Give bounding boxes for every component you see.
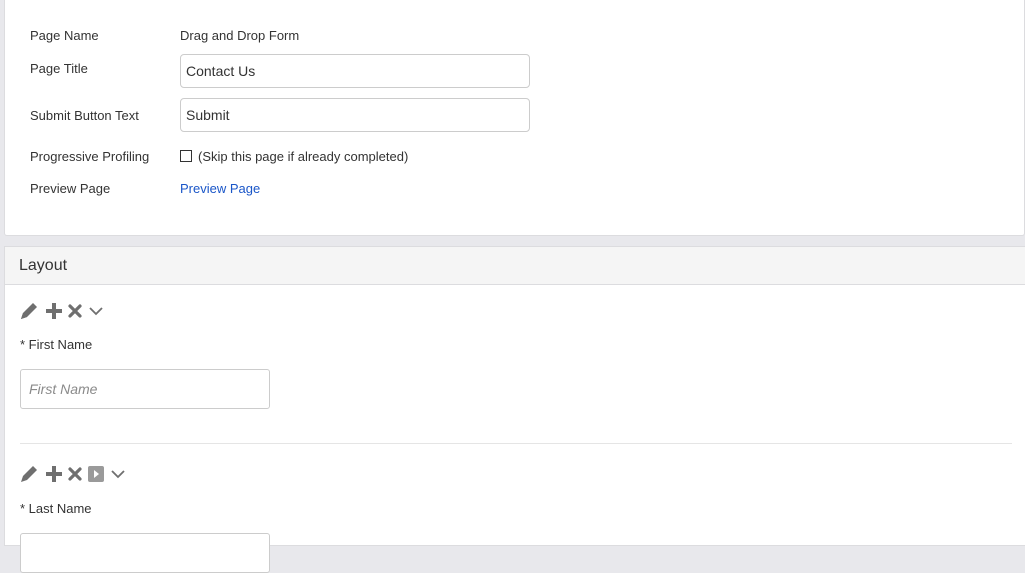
skip-page-checkbox[interactable] <box>180 150 192 162</box>
plus-icon[interactable] <box>45 302 63 320</box>
field-divider <box>20 443 1012 444</box>
field-toolbar <box>19 301 105 321</box>
page-name-label: Page Name <box>30 27 99 43</box>
close-icon[interactable] <box>67 466 83 482</box>
first-name-label: * First Name <box>20 337 93 352</box>
last-name-label: * Last Name <box>20 501 92 516</box>
pencil-icon[interactable] <box>19 301 41 321</box>
chevron-down-icon[interactable] <box>109 467 127 481</box>
preview-page-row: Preview Page Preview Page <box>30 178 260 198</box>
preview-page-label: Preview Page <box>30 180 111 196</box>
pencil-icon[interactable] <box>19 464 41 484</box>
plus-icon[interactable] <box>45 465 63 483</box>
play-box-icon[interactable] <box>87 465 105 483</box>
first-name-input[interactable] <box>20 369 270 409</box>
progressive-profiling-row: Progressive Profiling (Skip this page if… <box>30 146 408 166</box>
layout-header: Layout <box>5 247 1025 285</box>
last-name-input[interactable] <box>20 533 270 573</box>
progressive-profiling-label: Progressive Profiling <box>30 148 150 164</box>
chevron-down-icon[interactable] <box>87 304 105 318</box>
layout-panel: Layout * First Name First Name * Last Na… <box>4 246 1025 573</box>
page-settings-panel: Page Name Drag and Drop Form Page Title … <box>4 0 1025 236</box>
page-name-row: Page Name Drag and Drop Form <box>30 25 299 45</box>
submit-text-row: Submit Button Text <box>30 98 530 132</box>
page-title-row: Page Title <box>30 54 530 88</box>
page-name-value: Drag and Drop Form <box>180 27 300 43</box>
page-title-label: Page Title <box>30 61 88 76</box>
skip-page-checkbox-label[interactable]: (Skip this page if already completed) <box>198 149 408 164</box>
close-icon[interactable] <box>67 303 83 319</box>
field-toolbar <box>19 464 127 484</box>
submit-text-input[interactable] <box>180 98 530 132</box>
page-title-input[interactable] <box>180 54 530 88</box>
preview-page-link[interactable]: Preview Page <box>180 181 260 196</box>
submit-text-label: Submit Button Text <box>30 107 139 123</box>
